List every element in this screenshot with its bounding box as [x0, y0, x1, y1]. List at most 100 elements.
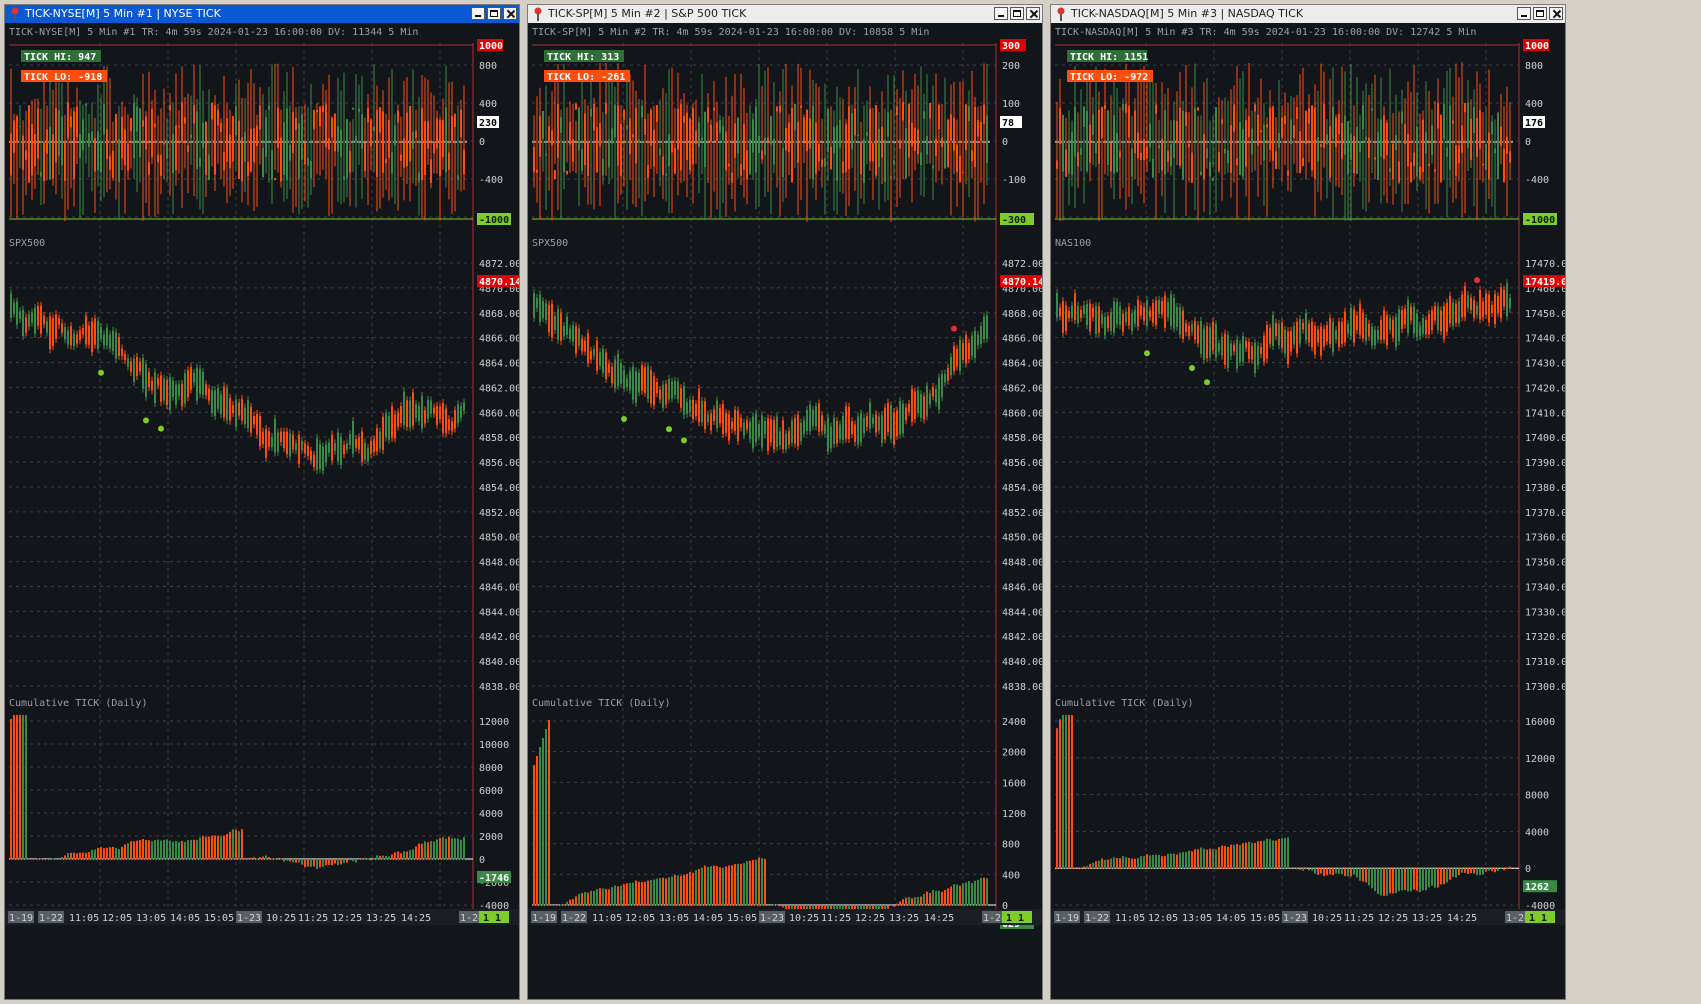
cum-tick-bar — [1248, 841, 1250, 869]
price-candle-body — [400, 406, 402, 424]
cum-tick-bar — [1269, 839, 1271, 869]
minimize-button[interactable] — [994, 7, 1008, 20]
cum-tick-bar — [169, 840, 171, 860]
tick-bar-body — [1251, 128, 1253, 155]
chart-area[interactable]: TICK-NYSE[M] 5 Min #1 TR: 4m 59s 2024-01… — [5, 23, 519, 999]
price-candle-body — [566, 316, 568, 335]
price-candle-body — [578, 328, 580, 346]
window-titlebar[interactable]: TICK-NASDAQ[M] 5 Min #3 | NASDAQ TICK — [1051, 5, 1565, 23]
cum-tick-bar — [433, 841, 435, 860]
cum-tick-bar — [1380, 868, 1382, 896]
close-button[interactable] — [1549, 7, 1563, 20]
price-candle-body — [250, 406, 252, 433]
cum-tick-bar — [1317, 868, 1319, 875]
cum-tick-bar — [370, 859, 372, 861]
cum-tick-bar — [181, 840, 183, 860]
price-candle-body — [1317, 329, 1319, 343]
tick-bar-body — [376, 109, 378, 177]
cum-tick-bar — [590, 890, 592, 906]
cum-tick-bar — [196, 839, 198, 860]
price-candle-body — [1278, 323, 1280, 346]
price-candle-body — [442, 403, 444, 434]
cum-tick-bar — [758, 857, 760, 906]
price-candle-body — [593, 349, 595, 356]
tick-bar-body — [1482, 163, 1484, 166]
price-candle-body — [226, 388, 228, 421]
tick-bar-body — [202, 122, 204, 149]
close-button[interactable] — [503, 7, 517, 20]
chart-area[interactable]: TICK-NASDAQ[M] 5 Min #3 TR: 4m 59s 2024-… — [1051, 23, 1565, 999]
corner-badge-label: 1 1 — [1529, 913, 1547, 924]
cum-tick-bar — [920, 896, 922, 906]
cum-tick-bar — [223, 835, 225, 860]
chart-area[interactable]: TICK-SP[M] 5 Min #2 TR: 4m 59s 2024-01-2… — [528, 23, 1042, 999]
window-titlebar[interactable]: TICK-NYSE[M] 5 Min #1 | NYSE TICK — [5, 5, 519, 23]
chart-window-nyse[interactable]: TICK-NYSE[M] 5 Min #1 | NYSE TICK TICK-N… — [4, 4, 520, 1000]
cum-tick-bar — [1125, 857, 1127, 869]
tick-bar-body — [214, 105, 216, 175]
cum-tick-bar — [665, 878, 667, 906]
tick-bar-body — [974, 106, 976, 168]
cum-tick-bar — [650, 880, 652, 906]
minimize-button[interactable] — [1517, 7, 1531, 20]
price-axis-label: 4872.00 — [479, 259, 519, 270]
cum-tick-bar — [695, 870, 697, 906]
price-candle-body — [776, 416, 778, 447]
close-button[interactable] — [1026, 7, 1040, 20]
price-candle-body — [457, 404, 459, 424]
tick-bar-body — [124, 129, 126, 166]
price-candle-body — [259, 416, 261, 447]
price-candle-body — [43, 315, 45, 325]
maximize-button[interactable] — [1533, 7, 1547, 20]
cum-tick-bar — [1176, 854, 1178, 869]
swing-low-marker — [1204, 379, 1210, 386]
cum-tick-bar — [587, 892, 589, 906]
chart-window-sp[interactable]: TICK-SP[M] 5 Min #2 | S&P 500 TICK TICK-… — [527, 4, 1043, 1000]
tick-bar-body — [956, 144, 958, 173]
tick-bar-body — [28, 105, 30, 183]
price-candle-body — [926, 385, 928, 417]
cum-tick-bar — [1191, 851, 1193, 869]
tick-bar-body — [1470, 118, 1472, 160]
cum-tick-bar — [235, 829, 237, 860]
tick-bar-body — [866, 132, 868, 136]
tick-bar-body — [1302, 157, 1304, 166]
price-candle-body — [1284, 329, 1286, 354]
price-axis-label: 4848.00 — [479, 558, 519, 569]
price-candle-body — [548, 304, 550, 333]
tick-bar-body — [1392, 143, 1394, 180]
cum-axis-label: 8000 — [479, 763, 503, 774]
tick-bar-body — [935, 138, 937, 157]
price-candle-body — [283, 431, 285, 449]
price-candle-body — [1062, 301, 1064, 333]
tick-bar-body — [1092, 114, 1094, 135]
window-titlebar[interactable]: TICK-SP[M] 5 Min #2 | S&P 500 TICK — [528, 5, 1042, 23]
cum-tick-bar — [539, 747, 541, 906]
app-logo-icon — [534, 7, 542, 21]
chart-window-nasdaq[interactable]: TICK-NASDAQ[M] 5 Min #3 | NASDAQ TICK TI… — [1050, 4, 1566, 1000]
time-axis-label: 13:25 — [889, 913, 919, 924]
price-candle-body — [983, 316, 985, 340]
cum-tick-bar — [262, 856, 264, 860]
tick-bottom-badge-label: -1000 — [479, 215, 509, 226]
time-axis-label: 14:25 — [924, 913, 954, 924]
price-candle-body — [376, 428, 378, 452]
tick-bar-body — [49, 126, 51, 180]
cum-tick-bar — [1083, 866, 1085, 869]
cum-tick-bar — [391, 854, 393, 860]
tick-bar-body — [1398, 161, 1400, 183]
price-candle-body — [1191, 324, 1193, 332]
maximize-button[interactable] — [487, 7, 501, 20]
maximize-button[interactable] — [1010, 7, 1024, 20]
price-candle-body — [37, 306, 39, 326]
price-candle-body — [1092, 307, 1094, 318]
tick-bar-body — [217, 109, 219, 126]
tick-bar-body — [1440, 114, 1442, 182]
cum-tick-bar — [346, 859, 348, 863]
minimize-button[interactable] — [471, 7, 485, 20]
cum-tick-bar — [1350, 868, 1352, 877]
price-candle-body — [1056, 293, 1058, 318]
price-candle-body — [121, 348, 123, 357]
cum-tick-bar — [1392, 868, 1394, 894]
cum-tick-bar — [298, 859, 300, 863]
